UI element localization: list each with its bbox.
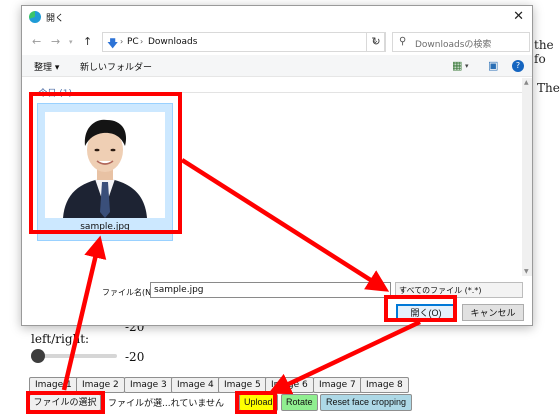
annotation-arrows: [61, 158, 421, 395]
arrow-open-to-upload: [268, 319, 421, 395]
arrow-choose-file-to-thumbnail: [61, 235, 107, 391]
arrow-thumbnail-to-open: [180, 158, 390, 292]
